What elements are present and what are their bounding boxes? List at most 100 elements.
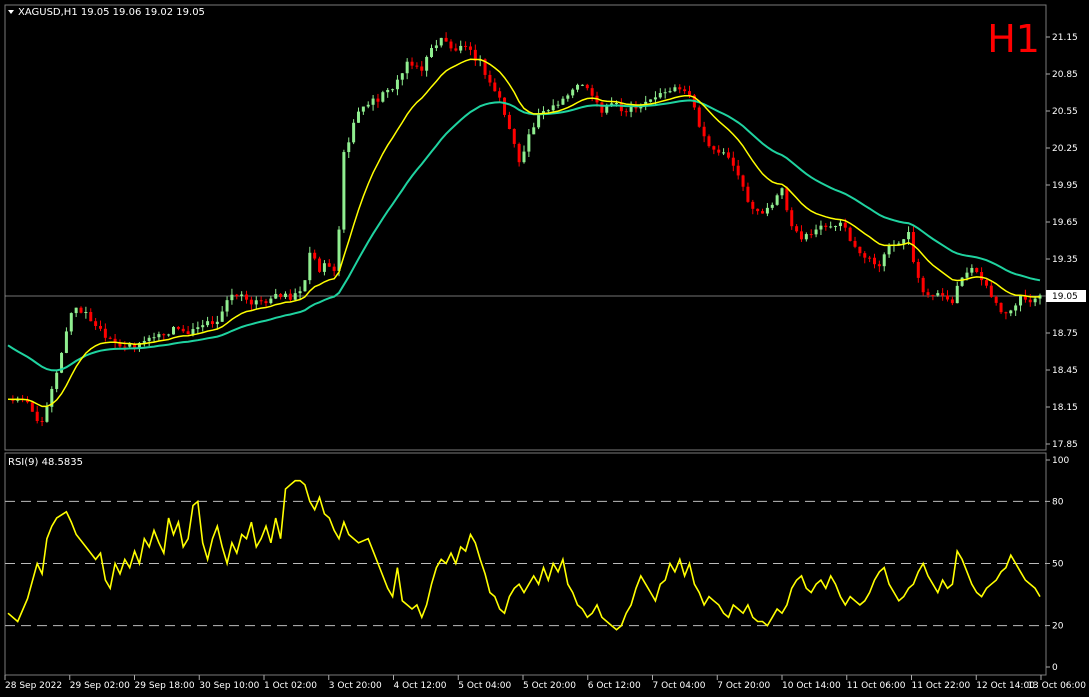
symbol-line: XAGUSD,H1 19.05 19.06 19.02 19.05: [18, 7, 205, 18]
candle-body: [921, 277, 925, 293]
candle-body: [668, 91, 672, 93]
candle-body: [79, 307, 83, 313]
candle-body: [162, 334, 166, 336]
candle-body: [415, 65, 419, 67]
candle-body: [984, 280, 988, 286]
candle-body: [172, 326, 176, 335]
candle-body: [624, 111, 628, 113]
candle-body: [1033, 298, 1037, 303]
candle-body: [84, 312, 88, 314]
time-tick-label: 13 Oct 06:00: [1027, 681, 1086, 691]
time-tick-label: 6 Oct 12:00: [588, 681, 641, 691]
candle-body: [240, 294, 244, 297]
candle-body: [858, 246, 862, 254]
candle-body: [152, 337, 156, 339]
candle-body: [249, 299, 253, 305]
candle-body: [507, 114, 511, 130]
candle-body: [366, 104, 370, 107]
chart-root: 21.15 20.85 20.55 20.25 19.95 19.65 19.35 18.75…: [0, 0, 1089, 697]
candle-body: [566, 95, 570, 99]
candle-body: [561, 98, 565, 105]
candle-body: [464, 45, 468, 47]
candle-body: [30, 402, 34, 412]
candle-body: [376, 98, 380, 102]
candle-body: [756, 208, 760, 212]
candle-body: [327, 263, 331, 267]
candle-body: [55, 372, 59, 389]
candle-body: [712, 146, 716, 150]
candle-body: [902, 239, 906, 244]
candle-body: [517, 143, 521, 163]
candle-body: [512, 129, 516, 144]
time-tick-label: 30 Sep 10:00: [199, 681, 259, 691]
candle-body: [688, 91, 692, 96]
candle-body: [322, 263, 326, 272]
price-tick-label: 19.65: [1052, 218, 1078, 228]
candle-body: [717, 149, 721, 153]
candle-body: [444, 37, 448, 42]
candle-body: [288, 293, 292, 300]
candle-body: [371, 98, 375, 105]
candle-body: [814, 229, 818, 235]
timeframe-badge: H1: [987, 17, 1040, 61]
candle-body: [245, 294, 249, 300]
price-tick-label: 18.45: [1052, 366, 1078, 376]
candle-body: [425, 56, 429, 71]
candle-body: [765, 207, 769, 214]
candle-body: [352, 122, 356, 143]
candle-body: [965, 272, 969, 278]
candle-body: [332, 266, 336, 271]
candle-body: [614, 103, 618, 105]
candle-body: [215, 321, 219, 325]
candle-body: [580, 84, 584, 86]
candle-body: [946, 295, 950, 300]
candle-body: [936, 293, 940, 296]
candle-body: [970, 267, 974, 273]
candle-body: [751, 201, 755, 209]
candle-body: [98, 325, 102, 329]
candle-body: [430, 48, 434, 57]
candle-body: [872, 257, 876, 265]
candle-body: [707, 136, 711, 147]
time-tick-label: 7 Oct 20:00: [717, 681, 770, 691]
candle-body: [454, 48, 458, 51]
candle-body: [264, 301, 268, 304]
candle-body: [449, 41, 453, 49]
rsi-tick-label: 20: [1052, 622, 1064, 632]
candle-body: [89, 312, 93, 322]
candle-body: [926, 292, 930, 296]
time-tick-label: 11 Oct 06:00: [847, 681, 906, 691]
rsi-tick-label: 100: [1052, 456, 1069, 466]
candle-body: [551, 105, 555, 111]
candle-body: [459, 45, 463, 51]
candle-body: [176, 326, 180, 329]
candle-body: [619, 103, 623, 112]
price-tick-label: 18.75: [1052, 329, 1078, 339]
candle-body: [834, 226, 838, 228]
candle-body: [887, 245, 891, 255]
candle-body: [546, 110, 550, 112]
candle-body: [775, 195, 779, 205]
candle-body: [571, 89, 575, 96]
candle-body: [103, 328, 107, 338]
time-tick-label: 29 Sep 02:00: [70, 681, 130, 691]
candle-body: [420, 66, 424, 71]
candle-body: [770, 204, 774, 208]
candle-body: [201, 325, 205, 328]
candle-body: [225, 300, 229, 312]
candle-body: [960, 277, 964, 286]
price-tick-label: 19.95: [1052, 181, 1078, 191]
candle-body: [950, 299, 954, 304]
candle-body: [142, 340, 146, 343]
candle-body: [741, 175, 745, 187]
candle-body: [395, 79, 399, 90]
candle-body: [722, 152, 726, 154]
candle-body: [342, 152, 346, 230]
candle-body: [863, 253, 867, 258]
candle-body: [400, 73, 404, 80]
time-tick-label: 5 Oct 04:00: [458, 681, 511, 691]
candle-body: [40, 420, 44, 422]
candle-body: [629, 106, 633, 112]
time-tick-label: 4 Oct 12:00: [394, 681, 447, 691]
candle-body: [907, 232, 911, 240]
